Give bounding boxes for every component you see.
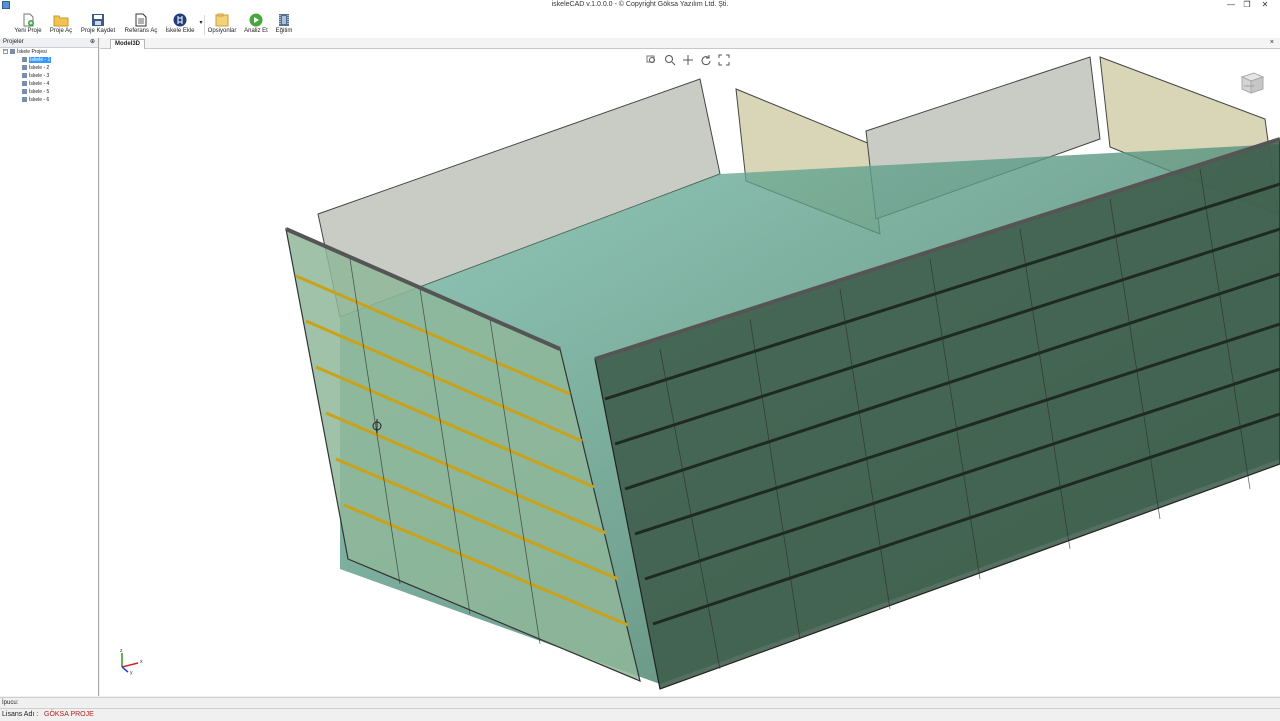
new-project-button[interactable]: Yeni Proje [12, 13, 44, 37]
tab-model3d[interactable]: Model3D [110, 39, 146, 49]
save-project-label: Proje Kaydet [80, 28, 116, 34]
scaffold-node-icon [22, 81, 27, 87]
projects-panel-title: Projeler [3, 39, 24, 45]
open-reference-button[interactable]: Referans Aç [123, 13, 159, 37]
analyze-label: Analiz Et [244, 28, 268, 34]
tree-item-iskele-3[interactable]: İskele - 3 [22, 73, 49, 80]
training-button[interactable]: Eğitim [273, 13, 295, 37]
new-project-label: Yeni Proje [14, 28, 42, 34]
analyze-button[interactable]: Analiz Et [243, 13, 269, 37]
open-project-button[interactable]: Proje Aç [48, 13, 74, 37]
zoom-window-icon[interactable] [646, 54, 658, 66]
hint-label: İpucu: [2, 700, 19, 706]
save-project-button[interactable]: Proje Kaydet [79, 13, 117, 37]
folder-open-icon [53, 15, 69, 27]
tree-item-label: İskele - 6 [29, 97, 50, 103]
hint-bar: İpucu: [0, 697, 1280, 708]
projects-panel-header: Projeler ⊕ [0, 38, 98, 48]
toolbar-separator [204, 15, 205, 35]
pan-icon[interactable] [682, 54, 694, 66]
tree-item-label: İskele - 5 [29, 89, 50, 95]
tree-item-label: İskele - 1 [29, 57, 52, 63]
film-icon [279, 14, 289, 26]
close-tab-icon[interactable]: × [1270, 38, 1274, 48]
license-value: GÖKSA PROJE [44, 711, 94, 718]
scaffold-node-icon [22, 65, 27, 71]
open-project-label: Proje Aç [49, 28, 73, 34]
rotate-icon[interactable] [700, 54, 712, 66]
license-label: Lisans Adı : [2, 711, 39, 718]
open-reference-label: Referans Aç [124, 28, 158, 34]
tree-item-label: İskele - 3 [29, 73, 50, 79]
add-scaffold-label: İskele Ekle [165, 28, 195, 34]
training-label: Eğitim [275, 28, 293, 34]
view-cube-icon[interactable]: FRONT [1236, 67, 1266, 97]
maximize-button[interactable]: ❐ [1240, 0, 1254, 10]
zoom-icon[interactable] [664, 54, 676, 66]
tree-root-item[interactable]: − İskele Projesi [3, 49, 47, 56]
fit-icon[interactable] [718, 54, 730, 66]
scaffold-icon [173, 13, 187, 27]
tree-item-iskele-5[interactable]: İskele - 5 [22, 89, 49, 96]
tree-item-iskele-1[interactable]: İskele - 1 [22, 57, 52, 64]
save-icon [92, 14, 104, 26]
pin-icon[interactable]: ⊕ [90, 38, 95, 47]
axis-x-label: x [140, 659, 143, 665]
add-scaffold-button[interactable]: İskele Ekle [164, 13, 196, 37]
view-cube-face-label: FRONT [1244, 84, 1254, 88]
scaffold-node-icon [22, 73, 27, 79]
scaffold-3d-model [285, 56, 1280, 690]
axis-y-label: y [130, 670, 133, 675]
scaffold-node-icon [22, 89, 27, 95]
scaffold-node-icon [22, 57, 27, 63]
projects-panel: Projeler ⊕ − İskele Projesi İskele - 1 İs… [0, 38, 99, 696]
axis-triad: z x y [120, 648, 143, 675]
main-toolbar: Yeni Proje Proje Aç Proje Kaydet Referan… [0, 11, 1280, 39]
project-icon [10, 49, 15, 55]
new-file-icon [23, 13, 34, 27]
minimize-button[interactable]: — [1224, 0, 1238, 10]
tree-root-label: İskele Projesi [17, 49, 47, 55]
tree-item-label: İskele - 2 [29, 65, 50, 71]
close-button[interactable]: ✕ [1258, 0, 1272, 10]
tree-item-label: İskele - 4 [29, 81, 50, 87]
document-icon [135, 13, 147, 27]
options-button[interactable]: Opsiyonlar [207, 13, 237, 37]
tree-item-iskele-6[interactable]: İskele - 6 [22, 97, 49, 104]
analyze-icon [249, 13, 263, 27]
collapse-icon[interactable]: − [3, 49, 8, 55]
scaffold-node-icon [22, 97, 27, 103]
options-label: Opsiyonlar [207, 28, 237, 34]
window-title: iskeleCAD v.1.0.0.0 - © Copyright Göksa … [551, 1, 729, 8]
options-folder-icon [215, 13, 229, 27]
tree-item-iskele-4[interactable]: İskele - 4 [22, 81, 49, 88]
status-bar: Lisans Adı : GÖKSA PROJE [0, 708, 1280, 721]
model3d-viewport[interactable]: FRONT z x y [100, 49, 1280, 696]
tree-item-iskele-2[interactable]: İskele - 2 [22, 65, 49, 72]
document-tabbar: Model3D × [100, 38, 1280, 49]
